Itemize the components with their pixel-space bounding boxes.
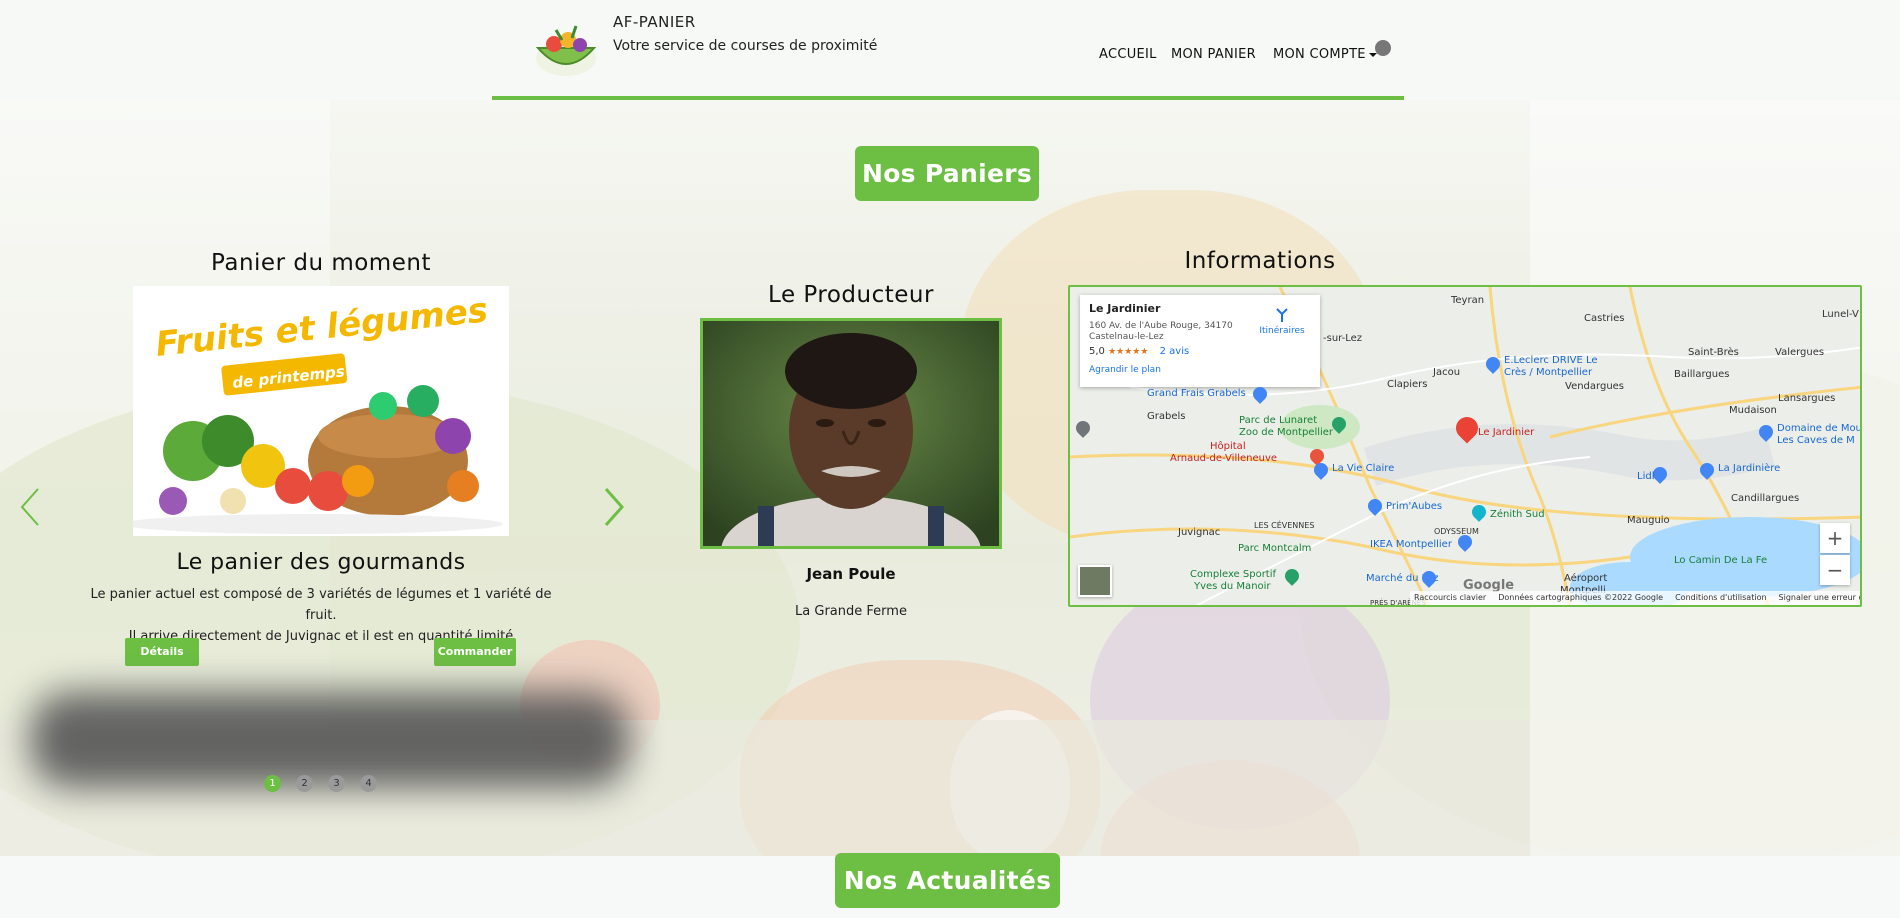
map-label-montcalm: Parc Montcalm — [1238, 543, 1312, 554]
map-label-aeroport-1: Aéroport — [1564, 573, 1608, 584]
basket-heading: Panier du moment — [211, 250, 431, 276]
map-label-lunaret-2: Zoo de Montpellier — [1239, 427, 1334, 438]
info-heading: Informations — [1184, 248, 1336, 274]
map-label-mauguio: Mauguio — [1627, 515, 1670, 526]
producer-farm: La Grande Ferme — [795, 604, 907, 619]
map-label-baillargues: Baillargues — [1674, 369, 1730, 380]
map-label-hopital-1: Hôpital — [1210, 441, 1246, 452]
carousel-dot-3[interactable]: 3 — [328, 775, 345, 792]
map-label-domaine-1: Domaine de Mou — [1777, 423, 1862, 434]
map-label-vendargues: Vendargues — [1565, 381, 1625, 392]
place-address-line2: Castelnau-le-Lez — [1089, 332, 1164, 342]
basket-title: Le panier des gourmands — [176, 550, 466, 575]
map-label-grabels: Grabels — [1147, 411, 1186, 422]
map-label-valergues: Valergues — [1775, 347, 1825, 358]
order-button[interactable]: Commander — [434, 638, 516, 666]
map-label-odysseum: ODYSSEUM — [1434, 527, 1479, 536]
zoom-out-button[interactable]: − — [1820, 555, 1850, 585]
map-label-sur-lez: -sur-Lez — [1323, 333, 1363, 344]
reviews-link[interactable]: 2 avis — [1160, 346, 1190, 357]
directions-icon — [1276, 308, 1288, 322]
place-address: 160 Av. de l'Aube Rouge, 34170 Castelnau… — [1089, 321, 1239, 343]
map-label-lunaret-1: Parc de Lunaret — [1239, 415, 1318, 426]
map-label-cevennes: LES CÉVENNES — [1254, 521, 1315, 530]
map-label-lunel: Lunel-V — [1822, 309, 1859, 320]
header-divider — [492, 96, 1404, 100]
directions-label: Itinéraires — [1259, 326, 1305, 336]
map-label-mudaison: Mudaison — [1729, 405, 1777, 416]
carousel-prev-arrow-icon[interactable] — [18, 488, 42, 526]
nav-accueil[interactable]: ACCUEIL — [1099, 47, 1157, 62]
basket-image: Fruits et légumes de printemps — [133, 286, 509, 536]
caret-down-icon — [1368, 52, 1377, 57]
map-label-camin: Lo Camin De La Fe — [1674, 555, 1768, 566]
place-info-card: Le Jardinier 160 Av. de l'Aube Rouge, 34… — [1080, 295, 1320, 387]
carousel-shadow — [30, 692, 630, 788]
basket-description-line1: Le panier actuel est composé de 3 variét… — [90, 587, 552, 623]
map-label-vie-claire: La Vie Claire — [1332, 463, 1395, 474]
map-label-clapiers: Clapiers — [1387, 379, 1428, 390]
producer-heading: Le Producteur — [768, 282, 934, 308]
map-data-credit: Données cartographiques ©2022 Google — [1498, 593, 1664, 602]
map-report-link[interactable]: Signaler une erreur cartographique — [1779, 591, 1860, 605]
map-label-prim-aubes: Prim'Aubes — [1386, 501, 1443, 512]
map-label-saint-bres: Saint-Brès — [1688, 347, 1739, 358]
site-name: AF-PANIER — [613, 13, 696, 31]
map-label-leclerc-2: Crès / Montpellier — [1504, 367, 1593, 378]
map-label-ikea: IKEA Montpellier — [1370, 539, 1452, 550]
nav-mon-compte[interactable]: MON COMPTE — [1273, 47, 1377, 62]
map-label-grand-frais: Grand Frais Grabels — [1147, 388, 1246, 399]
site-subtitle: Votre service de courses de proximité — [613, 38, 878, 54]
nav-mon-panier[interactable]: MON PANIER — [1171, 47, 1256, 62]
place-rating-value: 5,0 — [1089, 346, 1105, 357]
map-label-lansargues: Lansargues — [1778, 393, 1836, 404]
enlarge-map-link[interactable]: Agrandir le plan — [1089, 365, 1311, 375]
map-label-leclerc-1: E.Leclerc DRIVE Le — [1504, 355, 1598, 366]
satellite-toggle[interactable] — [1078, 565, 1112, 597]
map-label-castries: Castries — [1584, 313, 1625, 324]
map-label-juvignac: Juvignac — [1178, 527, 1221, 538]
location-map[interactable]: Le Jardinier 160 Av. de l'Aube Rouge, 34… — [1068, 285, 1862, 607]
basket-logo-icon[interactable] — [532, 18, 600, 78]
map-label-hopital-2: Arnaud-de-Villeneuve — [1170, 453, 1278, 464]
user-avatar[interactable] — [1375, 40, 1391, 56]
details-button[interactable]: Détails — [125, 638, 199, 666]
map-label-le-jardinier: Le Jardinier — [1478, 427, 1535, 438]
carousel-next-arrow-icon[interactable] — [602, 488, 626, 526]
map-label-candillargues: Candillargues — [1731, 493, 1800, 504]
map-label-complexe-2: Yves du Manoir — [1194, 581, 1271, 592]
zoom-in-button[interactable]: + — [1820, 523, 1850, 553]
producer-name: Jean Poule — [806, 565, 896, 583]
carousel-dot-2[interactable]: 2 — [296, 775, 313, 792]
star-rating-icon: ★★★★★ — [1108, 347, 1149, 357]
directions-button[interactable]: Itinéraires — [1256, 307, 1308, 336]
section-title-actualites: Nos Actualités — [835, 853, 1060, 908]
map-label-complexe-1: Complexe Sportif — [1190, 569, 1277, 580]
map-label-jacou: Jacou — [1433, 367, 1461, 378]
map-terms-link[interactable]: Conditions d'utilisation — [1675, 591, 1766, 605]
map-label-zenith: Zénith Sud — [1490, 509, 1545, 520]
carousel-dot-4[interactable]: 4 — [360, 775, 377, 792]
map-label-lidl: Lidl — [1637, 471, 1655, 482]
map-label-teyran: Teyran — [1451, 295, 1485, 306]
place-address-line1: 160 Av. de l'Aube Rouge, 34170 — [1089, 321, 1233, 331]
map-footer: Raccourcis clavier Données cartographiqu… — [1410, 591, 1860, 605]
nav-mon-compte-label: MON COMPTE — [1273, 47, 1366, 62]
producer-photo — [700, 318, 1002, 549]
map-label-domaine-2: Les Caves de M — [1777, 435, 1855, 446]
carousel-dot-1[interactable]: 1 — [264, 775, 281, 792]
carousel-pagination: 1 2 3 4 — [264, 775, 377, 792]
section-title-paniers: Nos Paniers — [855, 146, 1039, 201]
place-rating: 5,0 ★★★★★ 2 avis — [1089, 346, 1311, 357]
map-shortcuts-link[interactable]: Raccourcis clavier — [1414, 591, 1486, 605]
map-label-jardiniere: La Jardinière — [1718, 463, 1781, 474]
